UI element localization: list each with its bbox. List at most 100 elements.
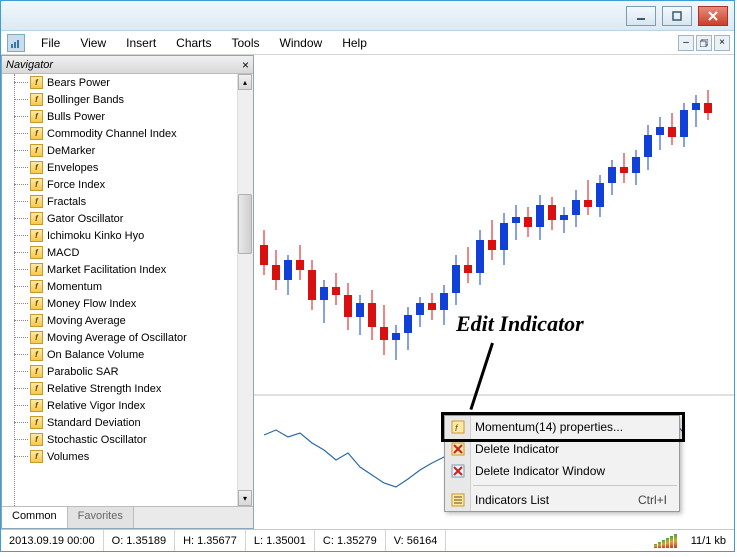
navigator-title: Navigator	[6, 59, 53, 71]
delete-icon	[450, 441, 466, 457]
menu-charts[interactable]: Charts	[166, 32, 221, 54]
navigator-item[interactable]: f MACD	[2, 244, 253, 261]
mdi-minimize-button[interactable]: –	[678, 35, 694, 51]
status-traffic: 11/1 kb	[683, 530, 734, 551]
navigator-item[interactable]: fMoney Flow Index	[2, 295, 253, 312]
tab-favorites[interactable]: Favorites	[68, 507, 134, 528]
navigator-item-label: Commodity Channel Index	[47, 128, 177, 140]
navigator-scrollbar[interactable]: ▴ ▾	[237, 74, 253, 506]
navigator-item[interactable]: f Market Facilitation Index	[2, 261, 253, 278]
ctx-properties-label: Momentum(14) properties...	[475, 420, 623, 434]
navigator-item-label: Bollinger Bands	[47, 94, 124, 106]
mdi-restore-button[interactable]	[696, 35, 712, 51]
indicator-icon: f	[30, 127, 43, 140]
menu-window[interactable]: Window	[270, 32, 333, 54]
navigator-item-label: Bulls Power	[47, 111, 105, 123]
indicator-icon: f	[30, 178, 43, 191]
navigator-item-label: Moving Average of Oscillator	[47, 332, 187, 344]
navigator-item[interactable]: fFractals	[2, 193, 253, 210]
scroll-thumb[interactable]	[238, 194, 252, 254]
navigator-item[interactable]: fMomentum	[2, 278, 253, 295]
navigator-item-label: Relative Strength Index	[47, 383, 161, 395]
menu-file[interactable]: File	[31, 32, 70, 54]
scroll-down-icon[interactable]: ▾	[238, 490, 252, 506]
navigator-item-label: Bears Power	[47, 77, 110, 89]
navigator-item[interactable]: fMoving Average of Oscillator	[2, 329, 253, 346]
navigator-item[interactable]: f Relative Strength Index	[2, 380, 253, 397]
list-icon	[450, 492, 466, 508]
ctx-delete-indicator-label: Delete Indicator	[475, 442, 559, 456]
close-button[interactable]	[698, 6, 728, 26]
maximize-button[interactable]	[662, 6, 692, 26]
indicator-icon: f	[30, 246, 43, 259]
navigator-item[interactable]: fBollinger Bands	[2, 91, 253, 108]
navigator-item[interactable]: fRelative Vigor Index	[2, 397, 253, 414]
indicator-icon: f	[30, 433, 43, 446]
scroll-up-icon[interactable]: ▴	[238, 74, 252, 90]
navigator-item-label: Moving Average	[47, 315, 126, 327]
navigator-item-label: Envelopes	[47, 162, 98, 174]
connection-bars-icon	[648, 534, 683, 548]
navigator-item[interactable]: fGator Oscillator	[2, 210, 253, 227]
navigator-item-label: Parabolic SAR	[47, 366, 119, 378]
indicator-icon: f	[30, 399, 43, 412]
navigator-item[interactable]: f Stochastic Oscillator	[2, 431, 253, 448]
navigator-item-label: Fractals	[47, 196, 86, 208]
ctx-properties[interactable]: f Momentum(14) properties...	[445, 416, 679, 438]
menu-help[interactable]: Help	[332, 32, 377, 54]
indicator-icon: f	[30, 76, 43, 89]
status-open: O: 1.35189	[104, 530, 175, 551]
navigator-item-label: Stochastic Oscillator	[47, 434, 147, 446]
minimize-button[interactable]	[626, 6, 656, 26]
indicator-icon: f	[30, 348, 43, 361]
ctx-delete-window[interactable]: Delete Indicator Window	[445, 460, 679, 482]
navigator-item[interactable]: fVolumes	[2, 448, 253, 465]
navigator-item[interactable]: f Commodity Channel Index	[2, 125, 253, 142]
navigator-item-label: Momentum	[47, 281, 102, 293]
menu-tools[interactable]: Tools	[222, 32, 270, 54]
indicator-icon: f	[30, 110, 43, 123]
mdi-close-button[interactable]: ×	[714, 35, 730, 51]
ctx-shortcut: Ctrl+I	[638, 493, 667, 507]
indicator-icon: f	[30, 314, 43, 327]
navigator-item[interactable]: f Envelopes	[2, 159, 253, 176]
status-low: L: 1.35001	[246, 530, 315, 551]
ctx-indicators-list-label: Indicators List	[475, 493, 549, 507]
properties-icon: f	[450, 419, 466, 435]
navigator-item[interactable]: f DeMarker	[2, 142, 253, 159]
navigator-item[interactable]: fOn Balance Volume	[2, 346, 253, 363]
status-datetime: 2013.09.19 00:00	[1, 530, 104, 551]
navigator-item-label: MACD	[47, 247, 79, 259]
delete-window-icon	[450, 463, 466, 479]
navigator-item[interactable]: fIchimoku Kinko Hyo	[2, 227, 253, 244]
navigator-close-icon[interactable]: ×	[242, 58, 249, 72]
tab-common[interactable]: Common	[2, 507, 68, 528]
navigator-item[interactable]: f Bears Power	[2, 74, 253, 91]
navigator-item[interactable]: f Moving Average	[2, 312, 253, 329]
titlebar	[1, 1, 734, 31]
menu-insert[interactable]: Insert	[116, 32, 166, 54]
indicator-icon: f	[30, 382, 43, 395]
navigator-item[interactable]: fStandard Deviation	[2, 414, 253, 431]
navigator-item-label: DeMarker	[47, 145, 95, 157]
status-volume: V: 56164	[386, 530, 447, 551]
indicator-icon: f	[30, 144, 43, 157]
indicator-icon: f	[30, 161, 43, 174]
indicator-icon: f	[30, 229, 43, 242]
navigator-item[interactable]: fForce Index	[2, 176, 253, 193]
indicator-icon: f	[30, 365, 43, 378]
ctx-indicators-list[interactable]: Indicators List Ctrl+I	[445, 489, 679, 511]
navigator-item-label: Market Facilitation Index	[47, 264, 166, 276]
context-menu: f Momentum(14) properties... Delete Indi…	[444, 415, 680, 512]
status-high: H: 1.35677	[175, 530, 246, 551]
indicator-icon: f	[30, 416, 43, 429]
ctx-delete-indicator[interactable]: Delete Indicator	[445, 438, 679, 460]
navigator-item[interactable]: f Parabolic SAR	[2, 363, 253, 380]
navigator-item[interactable]: f Bulls Power	[2, 108, 253, 125]
status-close: C: 1.35279	[315, 530, 386, 551]
menu-view[interactable]: View	[70, 32, 116, 54]
indicator-icon: f	[30, 450, 43, 463]
ctx-delete-window-label: Delete Indicator Window	[475, 464, 605, 478]
indicator-icon: f	[30, 263, 43, 276]
navigator-tabs: Common Favorites	[2, 506, 253, 528]
